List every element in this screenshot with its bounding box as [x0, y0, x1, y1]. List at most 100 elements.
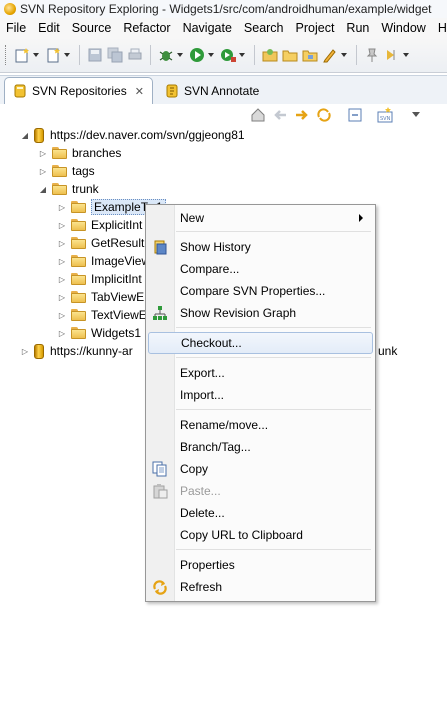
repo2-url-prefix: https://kunny-ar — [50, 344, 133, 358]
menu-item-new[interactable]: New — [148, 207, 373, 229]
menu-item-label: New — [180, 211, 205, 225]
debug-dropdown-arrow[interactable] — [177, 53, 183, 57]
menu-item-rename-move[interactable]: Rename/move... — [148, 414, 373, 436]
new-file-dropdown-arrow[interactable] — [64, 53, 70, 57]
collapsed-twisty-icon[interactable]: ▷ — [38, 166, 48, 176]
new-java-package-icon[interactable] — [262, 47, 278, 63]
folder-icon — [71, 291, 87, 303]
tree-node-tags[interactable]: ▷ tags — [38, 162, 95, 180]
main-toolbar — [0, 38, 447, 73]
print-icon[interactable] — [127, 47, 143, 63]
annotation-dropdown-arrow[interactable] — [403, 53, 409, 57]
context-menu: New Show History Compare... Compare SVN … — [145, 204, 376, 602]
collapsed-twisty-icon[interactable]: ▷ — [57, 310, 67, 320]
menu-window[interactable]: Window — [375, 18, 431, 38]
tab-svn-repositories[interactable]: SVN Repositories ✕ — [4, 77, 153, 104]
tree-node-implicit[interactable]: ▷ ImplicitInt — [57, 270, 142, 288]
pencil-icon[interactable] — [322, 47, 338, 63]
tree-node-repo2[interactable]: ▷ https://kunny-ar — [20, 342, 133, 360]
forward-arrow-icon[interactable] — [294, 107, 310, 123]
tree-node-repo1[interactable]: ◢ https://dev.naver.com/svn/ggjeong81 — [20, 126, 245, 144]
menu-item-label: Rename/move... — [180, 418, 269, 432]
back-arrow-icon[interactable] — [272, 107, 288, 123]
home-icon[interactable] — [250, 107, 266, 123]
menu-item-export[interactable]: Export... — [148, 362, 373, 384]
collapsed-twisty-icon[interactable]: ▷ — [57, 328, 67, 338]
external-tools-dropdown-arrow[interactable] — [239, 53, 245, 57]
menu-item-compare-svn-properties[interactable]: Compare SVN Properties... — [148, 280, 373, 302]
save-icon[interactable] — [87, 47, 103, 63]
toolbar-separator — [356, 45, 357, 65]
menu-item-checkout[interactable]: Checkout... — [148, 332, 373, 354]
collapsed-twisty-icon[interactable]: ▷ — [57, 256, 67, 266]
save-all-icon[interactable] — [107, 47, 123, 63]
expanded-twisty-icon[interactable]: ◢ — [38, 184, 48, 194]
expanded-twisty-icon[interactable]: ◢ — [20, 130, 30, 140]
collapsed-twisty-icon[interactable]: ▷ — [20, 346, 30, 356]
menu-item-copy-url[interactable]: Copy URL to Clipboard — [148, 524, 373, 546]
view-menu-icon[interactable] — [412, 112, 420, 117]
menu-edit[interactable]: Edit — [32, 18, 66, 38]
menu-item-paste[interactable]: Paste... — [148, 480, 373, 502]
open-type-icon[interactable] — [302, 47, 318, 63]
menu-item-show-revision-graph[interactable]: Show Revision Graph — [148, 302, 373, 324]
svg-text:SVN: SVN — [380, 116, 391, 122]
menu-item-label: Compare SVN Properties... — [180, 284, 326, 298]
menu-item-copy[interactable]: Copy — [148, 458, 373, 480]
tree-node-branches[interactable]: ▷ branches — [38, 144, 121, 162]
tree-node-getresult[interactable]: ▷ GetResult — [57, 234, 144, 252]
new-repository-location-icon[interactable]: SVN — [377, 107, 393, 123]
menu-separator — [176, 231, 371, 232]
menu-navigate[interactable]: Navigate — [177, 18, 238, 38]
eclipse-app-icon — [4, 3, 16, 15]
menu-source[interactable]: Source — [66, 18, 118, 38]
menu-item-label: Properties — [180, 558, 235, 572]
menu-item-compare[interactable]: Compare... — [148, 258, 373, 280]
open-folder-icon[interactable] — [282, 47, 298, 63]
new-dropdown-arrow[interactable] — [33, 53, 39, 57]
tree-node-textview[interactable]: ▷ TextViewE — [57, 306, 147, 324]
collapsed-twisty-icon[interactable]: ▷ — [57, 220, 67, 230]
tab-svn-annotate[interactable]: SVN Annotate — [157, 78, 267, 104]
menu-item-delete[interactable]: Delete... — [148, 502, 373, 524]
menu-run[interactable]: Run — [340, 18, 375, 38]
menu-file[interactable]: File — [0, 18, 32, 38]
menu-item-show-history[interactable]: Show History — [148, 236, 373, 258]
menu-search[interactable]: Search — [238, 18, 290, 38]
menu-item-label: Paste... — [180, 484, 221, 498]
menu-refactor[interactable]: Refactor — [117, 18, 176, 38]
pencil-dropdown-arrow[interactable] — [341, 53, 347, 57]
new-file-icon[interactable] — [45, 47, 61, 63]
menu-item-branch-tag[interactable]: Branch/Tag... — [148, 436, 373, 458]
run-icon[interactable] — [189, 47, 205, 63]
tree-node-imageview[interactable]: ▷ ImageView — [57, 252, 150, 270]
external-tools-icon[interactable] — [220, 47, 236, 63]
collapsed-twisty-icon[interactable]: ▷ — [38, 148, 48, 158]
toolbar-grip[interactable] — [5, 45, 9, 65]
close-icon[interactable]: ✕ — [135, 85, 144, 98]
menu-project[interactable]: Project — [290, 18, 341, 38]
sync-icon[interactable] — [316, 107, 332, 123]
tab-label: SVN Annotate — [183, 84, 260, 98]
run-dropdown-arrow[interactable] — [208, 53, 214, 57]
collapsed-twisty-icon[interactable]: ▷ — [57, 202, 67, 212]
menu-item-import[interactable]: Import... — [148, 384, 373, 406]
menu-help[interactable]: H — [432, 18, 447, 38]
debug-icon[interactable] — [158, 47, 174, 63]
tree-node-explicit[interactable]: ▷ ExplicitInt — [57, 216, 142, 234]
pin-icon[interactable] — [364, 47, 380, 63]
tree-node-widgets1[interactable]: ▷ Widgets1 — [57, 324, 141, 342]
menu-item-properties[interactable]: Properties — [148, 554, 373, 576]
node-label: Widgets1 — [91, 326, 142, 340]
node-label: TextViewE — [91, 308, 147, 322]
tree-node-trunk[interactable]: ◢ trunk — [38, 180, 99, 198]
revision-graph-icon — [153, 306, 167, 320]
collapsed-twisty-icon[interactable]: ▷ — [57, 238, 67, 248]
tree-node-tabview[interactable]: ▷ TabViewE — [57, 288, 144, 306]
menu-item-refresh[interactable]: Refresh — [148, 576, 373, 598]
new-wizard-icon[interactable] — [14, 47, 30, 63]
collapsed-twisty-icon[interactable]: ▷ — [57, 292, 67, 302]
collapsed-twisty-icon[interactable]: ▷ — [57, 274, 67, 284]
next-annotation-icon[interactable] — [384, 47, 400, 63]
collapse-all-icon[interactable] — [347, 107, 363, 123]
